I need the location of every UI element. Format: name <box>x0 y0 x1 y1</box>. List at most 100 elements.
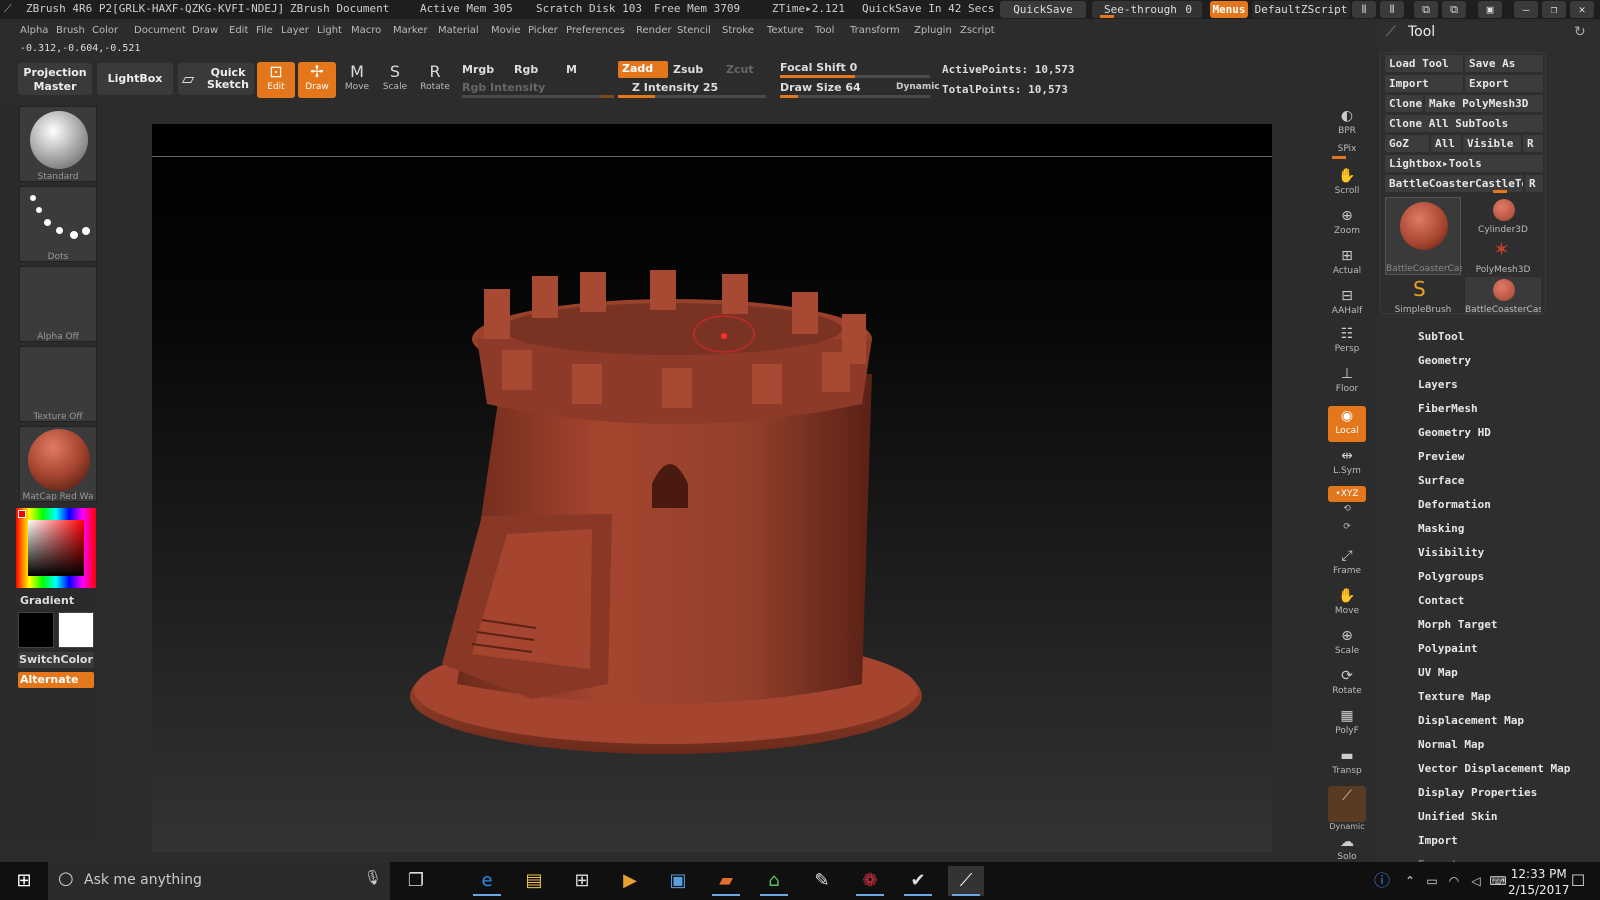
alternate-button[interactable]: Alternate <box>18 672 94 688</box>
goz-visible-button[interactable]: Visible <box>1463 135 1521 152</box>
section-displacement-map[interactable]: Displacement Map <box>1418 714 1524 727</box>
lock-icon[interactable]: ▣ <box>1478 1 1502 18</box>
minimize-icon[interactable]: – <box>1514 1 1538 18</box>
window-dock-right-icon[interactable]: ⦀ <box>1380 1 1404 18</box>
section-subtool[interactable]: SubTool <box>1418 330 1464 343</box>
app-check-icon[interactable]: ✔ <box>900 866 936 896</box>
clone-all-subtools-button[interactable]: Clone All SubTools <box>1385 115 1543 132</box>
menu-picker[interactable]: Picker <box>528 25 558 36</box>
scroll-button[interactable]: ✋ Scroll <box>1328 166 1366 202</box>
lsym-button[interactable]: ⇹ L.Sym <box>1328 446 1366 482</box>
maximize-icon[interactable]: ❐ <box>1542 1 1566 18</box>
mrgb-toggle[interactable]: Mrgb <box>462 63 494 76</box>
section-contact[interactable]: Contact <box>1418 594 1464 607</box>
microphone-icon[interactable]: 🎙 <box>364 870 382 886</box>
tool-thumb-polymesh3d[interactable]: ✶ PolyMesh3D <box>1465 237 1541 275</box>
section-preview[interactable]: Preview <box>1418 450 1464 463</box>
window-dock-left-icon[interactable]: ⦀ <box>1352 1 1376 18</box>
menu-render[interactable]: Render <box>636 25 672 36</box>
edge-icon[interactable]: e <box>469 866 505 896</box>
menu-edit[interactable]: Edit <box>229 25 248 36</box>
menus-button[interactable]: Menus <box>1210 1 1248 18</box>
tool-thumb-battlecoaster-1[interactable]: BattleCoasterCas <box>1385 197 1462 275</box>
section-deformation[interactable]: Deformation <box>1418 498 1491 511</box>
section-texture-map[interactable]: Texture Map <box>1418 690 1491 703</box>
app-paint-icon[interactable]: ✎ <box>804 866 840 896</box>
menu-zscript[interactable]: Zscript <box>960 25 995 36</box>
section-geometry[interactable]: Geometry <box>1418 354 1471 367</box>
tool-thumb-cylinder3d[interactable]: Cylinder3D <box>1465 197 1541 235</box>
refresh-icon[interactable]: ↻ <box>1574 24 1586 40</box>
menu-zplugin[interactable]: Zplugin <box>914 25 952 36</box>
zsub-toggle[interactable]: Zsub <box>673 63 703 76</box>
pin-icon[interactable]: ⟋ <box>1386 24 1396 40</box>
persp-button[interactable]: ☷ Persp <box>1328 324 1366 360</box>
layout-icon[interactable]: ⧉ <box>1414 1 1438 18</box>
rotate-y-icon[interactable]: ⟲ <box>1328 504 1366 520</box>
app-red-icon[interactable]: ❁ <box>852 866 888 896</box>
search-box[interactable]: ○ Ask me anything 🎙 <box>48 862 390 900</box>
menu-preferences[interactable]: Preferences <box>566 25 625 36</box>
spix-slider[interactable]: SPix <box>1328 144 1366 160</box>
stroke-selector[interactable]: Dots <box>19 186 97 262</box>
color-marker[interactable] <box>18 510 26 518</box>
material-selector[interactable]: MatCap Red Wa <box>19 426 97 502</box>
bpr-button[interactable]: ◐ BPR <box>1328 106 1366 142</box>
actual-button[interactable]: ⊞ Actual <box>1328 246 1366 282</box>
menu-material[interactable]: Material <box>438 25 479 36</box>
goz-button[interactable]: GoZ <box>1385 135 1429 152</box>
app-green-icon[interactable]: ⌂ <box>756 866 792 896</box>
m-toggle[interactable]: M <box>566 63 577 76</box>
zadd-toggle[interactable]: Zadd <box>618 61 668 78</box>
rotate-z-icon[interactable]: ⟳ <box>1328 522 1366 538</box>
goz-all-button[interactable]: All <box>1431 135 1461 152</box>
tool-thumb-simplebrush[interactable]: S SimpleBrush <box>1385 277 1461 315</box>
notifications-icon[interactable]: ☐ <box>1560 866 1596 896</box>
castle-tower-model[interactable] <box>152 124 1272 852</box>
frame-button[interactable]: ⤢ Frame <box>1328 546 1366 582</box>
edit-mode-button[interactable]: ⊡ Edit <box>257 62 295 98</box>
lightbox-tools-button[interactable]: Lightbox▸Tools <box>1385 155 1543 172</box>
menu-transform[interactable]: Transform <box>850 25 900 36</box>
alpha-selector[interactable]: Alpha Off <box>19 266 97 342</box>
xyz-button[interactable]: •XYZ <box>1328 486 1366 502</box>
zbrush-taskbar-icon[interactable]: ⟋ <box>948 866 984 896</box>
default-zscript-button[interactable]: DefaultZScript <box>1252 1 1350 18</box>
section-masking[interactable]: Masking <box>1418 522 1464 535</box>
file-explorer-icon[interactable]: ▤ <box>516 866 552 896</box>
canvas-viewport[interactable] <box>152 124 1272 852</box>
menu-texture[interactable]: Texture <box>767 25 804 36</box>
menu-movie[interactable]: Movie <box>491 25 521 36</box>
dynamic-toggle[interactable]: Dynamic <box>896 82 940 92</box>
lightbox-button[interactable]: LightBox <box>97 63 173 95</box>
rotate-view-button[interactable]: ⟳ Rotate <box>1328 666 1366 702</box>
rotate-mode-button[interactable]: R Rotate <box>416 62 454 98</box>
scale-mode-button[interactable]: S Scale <box>376 62 414 98</box>
section-morph-target[interactable]: Morph Target <box>1418 618 1497 631</box>
menu-tool[interactable]: Tool <box>815 25 834 36</box>
windows-start-icon[interactable]: ⊞ <box>6 866 42 896</box>
zoom-button[interactable]: ⊕ Zoom <box>1328 206 1366 242</box>
section-display-properties[interactable]: Display Properties <box>1418 786 1537 799</box>
rgb-intensity-slider[interactable]: Rgb Intensity <box>462 81 545 94</box>
zcut-toggle[interactable]: Zcut <box>726 63 754 76</box>
close-icon[interactable]: ✕ <box>1570 1 1594 18</box>
move-mode-button[interactable]: M Move <box>338 62 376 98</box>
draw-mode-button[interactable]: ✢ Draw <box>298 62 336 98</box>
menu-document[interactable]: Document <box>134 25 186 36</box>
see-through-slider[interactable]: See-through 0 <box>1092 1 1202 18</box>
menu-layer[interactable]: Layer <box>281 25 309 36</box>
menu-alpha[interactable]: Alpha <box>20 25 48 36</box>
polyf-button[interactable]: ▦ PolyF <box>1328 706 1366 742</box>
current-tool-r-button[interactable]: R <box>1525 175 1543 192</box>
section-vector-displacement-map[interactable]: Vector Displacement Map <box>1418 762 1570 775</box>
clone-button[interactable]: Clone <box>1385 95 1423 112</box>
section-uv-map[interactable]: UV Map <box>1418 666 1458 679</box>
floor-button[interactable]: ⊥ Floor <box>1328 364 1366 400</box>
draw-size-slider[interactable]: Draw Size 64 <box>780 81 861 94</box>
menu-marker[interactable]: Marker <box>393 25 428 36</box>
make-polymesh-button[interactable]: Make PolyMesh3D <box>1425 95 1543 112</box>
quick-sketch-button[interactable]: ▱ Quick Sketch <box>178 63 254 95</box>
goz-r-button[interactable]: R <box>1523 135 1543 152</box>
layout-alt-icon[interactable]: ⧉ <box>1442 1 1466 18</box>
